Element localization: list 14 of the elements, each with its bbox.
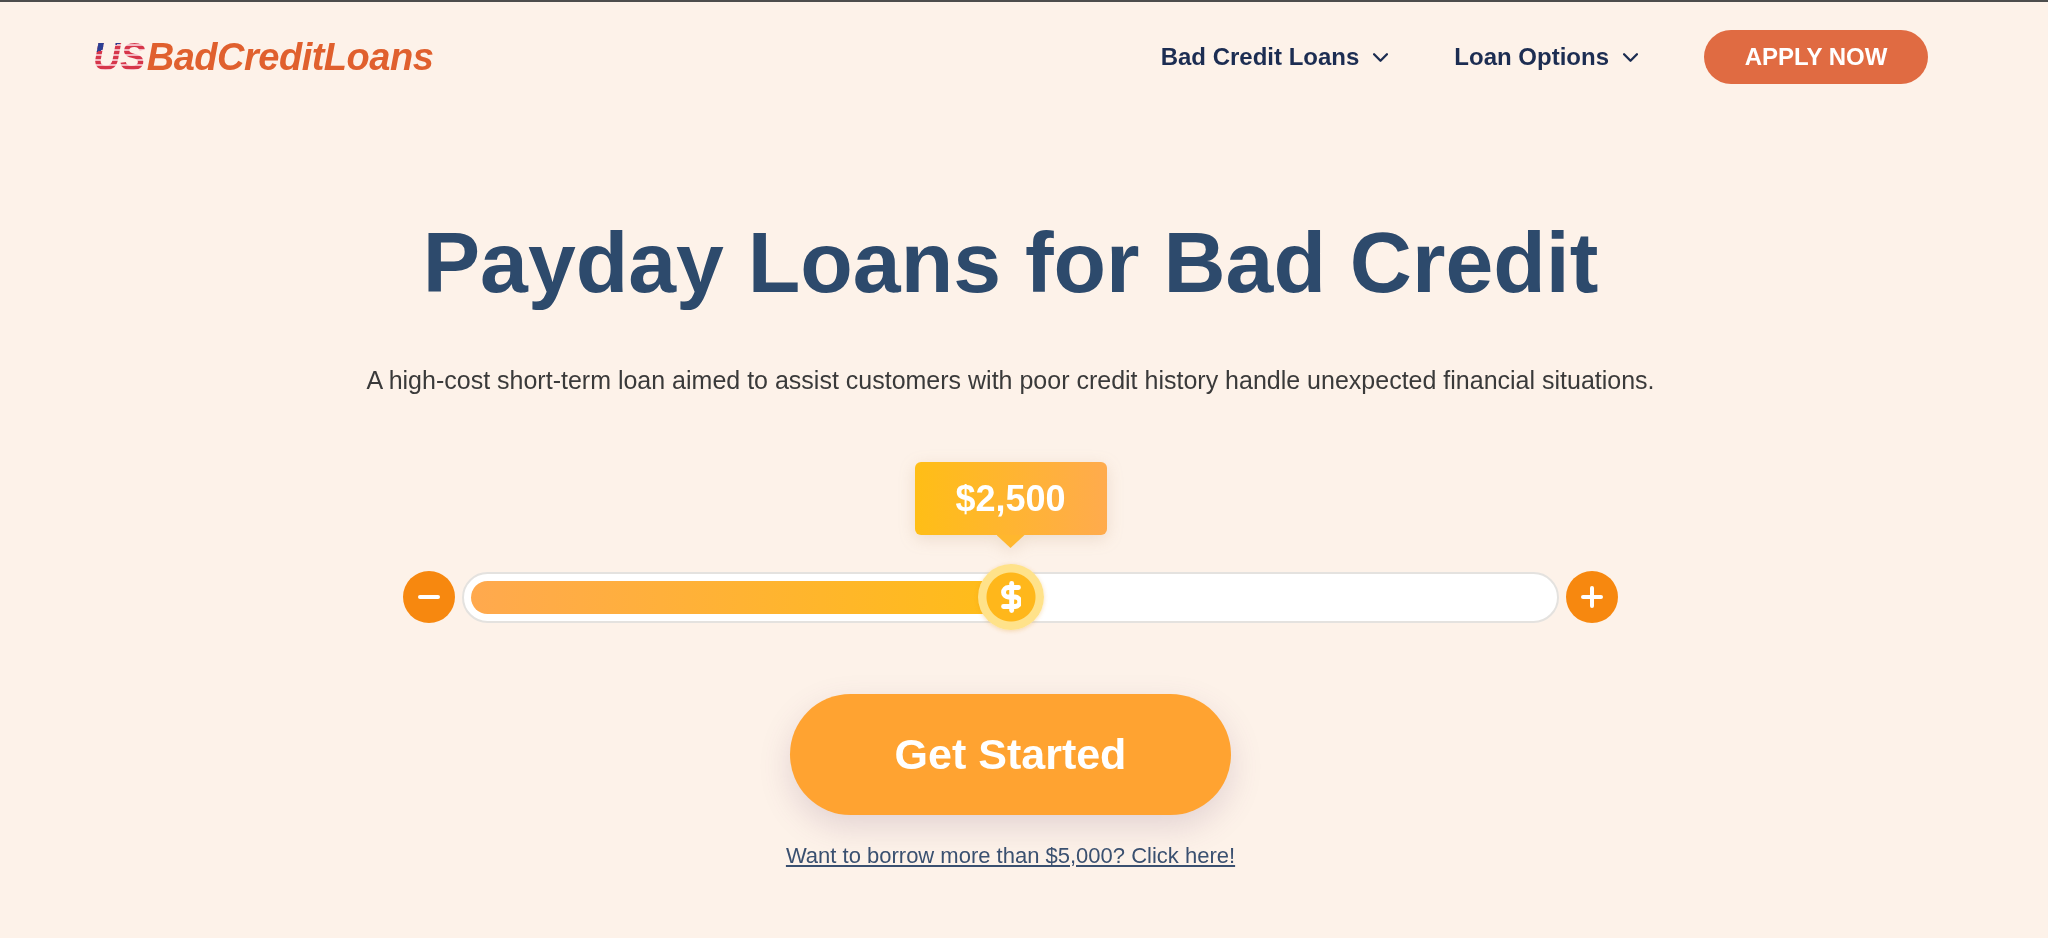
plus-icon [1581,586,1603,608]
nav-menu-item[interactable]: Bad Credit Loans [1160,43,1389,71]
decrease-button[interactable] [403,571,455,623]
dollar-icon [1000,581,1021,613]
slider-thumb[interactable] [977,564,1044,630]
minus-icon [418,595,440,599]
increase-button[interactable] [1566,571,1618,623]
page-subtitle: A high-cost short-term loan aimed to assist customers with poor credit history handle unexpected financial situations. [366,365,1655,396]
logo[interactable]: USBadCreditLoans [93,34,434,80]
borrow-more-link[interactable]: Want to borrow more than $5,000? Click here! [785,842,1236,870]
page-title: Payday Loans for Bad Credit [422,213,1599,312]
slider-track[interactable] [462,564,1559,630]
amount-tooltip: $2,500 [914,462,1107,548]
nav-menu-item[interactable]: Loan Options [1454,43,1638,71]
